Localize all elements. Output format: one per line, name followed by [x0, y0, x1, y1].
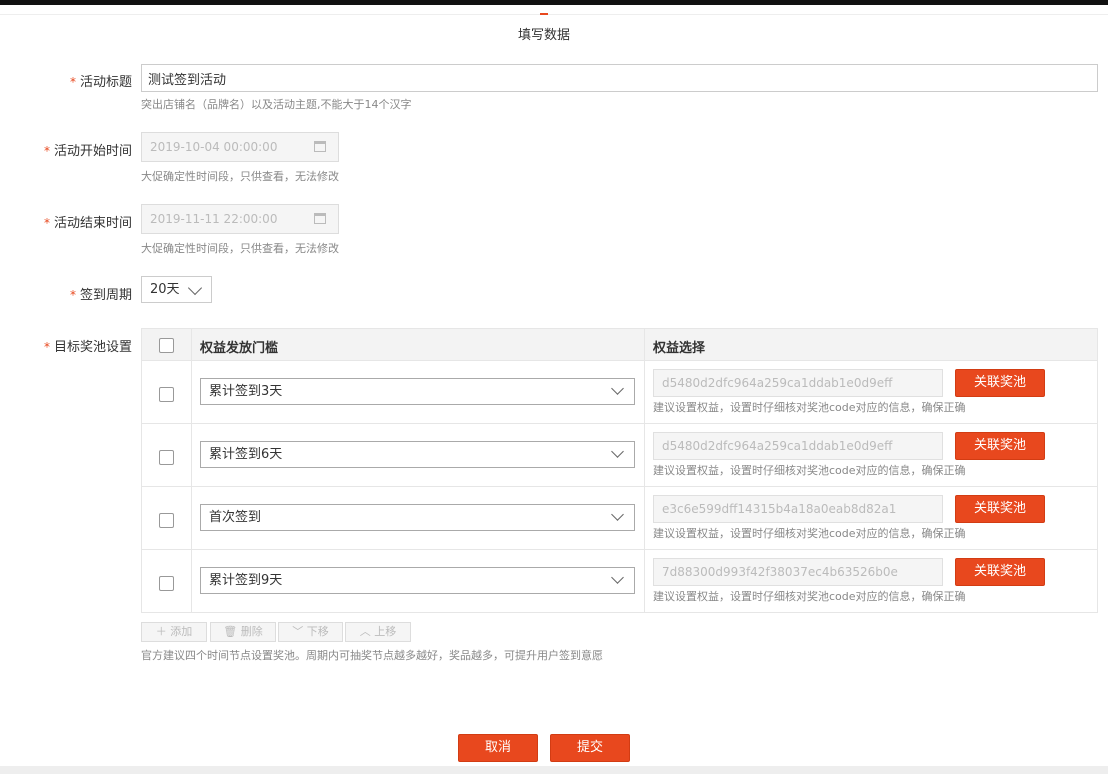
delete-row-button[interactable]: 🗑 删除 [210, 622, 276, 642]
column-divider [644, 361, 645, 423]
start-time-value: 2019-10-04 00:00:00 [150, 140, 278, 154]
threshold-value: 累计签到6天 [209, 447, 283, 462]
end-time-input[interactable]: 2019-11-11 22:00:00 [141, 204, 339, 234]
pool-label-text: 目标奖池设置 [53, 340, 132, 355]
row-hint: 建议设置权益，设置时仔细核对奖池code对应的信息，确保正确 [653, 401, 966, 414]
page-title: 填写数据 [517, 28, 570, 43]
row-checkbox[interactable] [159, 387, 174, 402]
cycle-label: * 签到周期 [70, 284, 132, 303]
end-time-value: 2019-11-11 22:00:00 [150, 212, 278, 226]
column-divider [191, 550, 192, 612]
cycle-value: 20天 [150, 282, 180, 297]
col-threshold-header: 权益发放门槛 [200, 341, 279, 356]
pool-label: * 目标奖池设置 [44, 336, 132, 355]
up-label: 上移 [374, 625, 397, 638]
column-divider [191, 487, 192, 549]
link-pool-button[interactable]: 关联奖池 [955, 495, 1045, 523]
table-row: 首次签到 e3c6e599dff14315b4a18a0eab8d82a1 关联… [142, 487, 1097, 550]
bottom-strip [0, 766, 1108, 774]
table-row: 累计签到9天 7d88300d993f42f38037ec4b63526b0e … [142, 550, 1097, 612]
table-header: 权益发放门槛 权益选择 [142, 329, 1097, 361]
column-divider [191, 424, 192, 486]
row-hint: 建议设置权益，设置时仔细核对奖池code对应的信息，确保正确 [653, 527, 966, 540]
trash-icon: 🗑 [223, 625, 238, 638]
start-time-label-text: 活动开始时间 [53, 144, 132, 159]
required-mark: * [69, 75, 76, 89]
column-divider [644, 487, 645, 549]
add-label: 添加 [170, 625, 193, 638]
link-pool-button[interactable]: 关联奖池 [955, 369, 1045, 397]
pool-code-input[interactable]: 7d88300d993f42f38037ec4b63526b0e [653, 558, 943, 586]
row-checkbox[interactable] [159, 576, 174, 591]
title-label-text: 活动标题 [79, 75, 132, 90]
row-hint: 建议设置权益，设置时仔细核对奖池code对应的信息，确保正确 [653, 590, 966, 603]
table-row: 累计签到3天 d5480d2dfc964a259ca1ddab1e0d9eff … [142, 361, 1097, 424]
chevron-down-icon [611, 382, 624, 395]
pool-code-input[interactable]: d5480d2dfc964a259ca1ddab1e0d9eff [653, 369, 943, 397]
title-hint: 突出店铺名（品牌名）以及活动主题,不能大于14个汉字 [141, 98, 412, 111]
delete-label: 删除 [240, 625, 263, 638]
column-divider [191, 361, 192, 423]
threshold-select[interactable]: 累计签到9天 [200, 567, 635, 594]
threshold-select[interactable]: 累计签到6天 [200, 441, 635, 468]
row-hint: 建议设置权益，设置时仔细核对奖池code对应的信息，确保正确 [653, 464, 966, 477]
end-time-label: * 活动结束时间 [44, 212, 132, 231]
end-time-hint: 大促确定性时间段，只供查看，无法修改 [141, 242, 339, 255]
calendar-icon [314, 213, 326, 224]
required-mark: * [43, 340, 50, 354]
chevron-down-icon [611, 571, 624, 584]
column-divider [644, 424, 645, 486]
table-row: 累计签到6天 d5480d2dfc964a259ca1ddab1e0d9eff … [142, 424, 1097, 487]
column-divider [644, 329, 645, 360]
column-divider [191, 329, 192, 360]
move-up-button[interactable]: ︿ 上移 [345, 622, 411, 642]
cycle-select[interactable]: 20天 [141, 276, 212, 303]
chevron-down-icon [611, 508, 624, 521]
link-pool-button[interactable]: 关联奖池 [955, 432, 1045, 460]
col-benefit-header: 权益选择 [653, 341, 706, 356]
select-all-checkbox[interactable] [159, 338, 174, 353]
row-checkbox[interactable] [159, 450, 174, 465]
pool-table: 权益发放门槛 权益选择 累计签到3天 d5480d2dfc964a259ca1d… [141, 328, 1098, 613]
pool-footer-hint: 官方建议四个时间节点设置奖池。周期内可抽奖节点越多越好，奖品越多，可提升用户签到… [141, 649, 603, 662]
chevron-down-icon: ﹀ [292, 625, 304, 638]
threshold-value: 首次签到 [209, 510, 262, 525]
title-input[interactable] [141, 64, 1098, 92]
submit-button[interactable]: 提交 [550, 734, 630, 762]
row-checkbox[interactable] [159, 513, 174, 528]
required-mark: * [69, 288, 76, 302]
required-mark: * [43, 144, 50, 158]
down-label: 下移 [306, 625, 329, 638]
start-time-input[interactable]: 2019-10-04 00:00:00 [141, 132, 339, 162]
column-divider [644, 550, 645, 612]
link-pool-button[interactable]: 关联奖池 [955, 558, 1045, 586]
chevron-up-icon: ︿ [359, 625, 371, 638]
title-label: * 活动标题 [70, 71, 132, 90]
top-divider [0, 14, 1108, 15]
cycle-label-text: 签到周期 [79, 288, 132, 303]
chevron-down-icon [187, 280, 203, 296]
chevron-down-icon [611, 445, 624, 458]
start-time-hint: 大促确定性时间段，只供查看，无法修改 [141, 170, 339, 183]
move-down-button[interactable]: ﹀ 下移 [278, 622, 343, 642]
calendar-icon [314, 141, 326, 152]
pool-code-input[interactable]: e3c6e599dff14315b4a18a0eab8d82a1 [653, 495, 943, 523]
start-time-label: * 活动开始时间 [44, 140, 132, 159]
end-time-label-text: 活动结束时间 [53, 216, 132, 231]
plus-icon: ＋ [155, 625, 167, 638]
threshold-value: 累计签到9天 [209, 573, 283, 588]
top-bar [0, 0, 1108, 5]
tab-indicator [540, 13, 548, 15]
pool-code-input[interactable]: d5480d2dfc964a259ca1ddab1e0d9eff [653, 432, 943, 460]
threshold-select[interactable]: 累计签到3天 [200, 378, 635, 405]
required-mark: * [43, 216, 50, 230]
threshold-value: 累计签到3天 [209, 384, 283, 399]
cancel-button[interactable]: 取消 [458, 734, 538, 762]
threshold-select[interactable]: 首次签到 [200, 504, 635, 531]
add-row-button[interactable]: ＋ 添加 [141, 622, 207, 642]
